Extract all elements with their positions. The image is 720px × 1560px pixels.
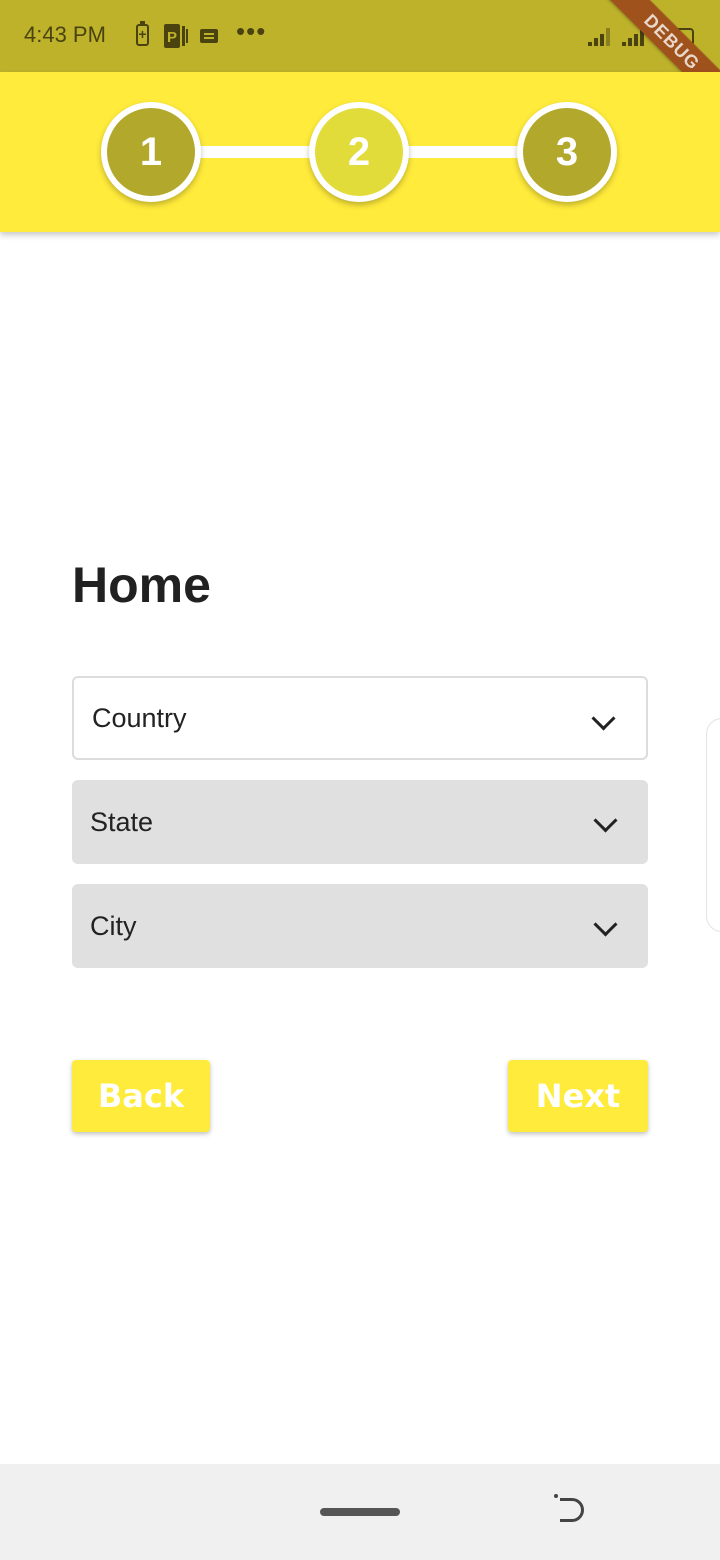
signal-icon [588, 28, 614, 46]
parking-icon: P [164, 24, 188, 48]
message-icon [200, 29, 218, 43]
battery-saver-symbol: + [138, 26, 147, 42]
step-3[interactable]: 3 [517, 102, 617, 202]
chevron-down-icon [591, 706, 616, 731]
home-gesture-handle[interactable] [320, 1508, 400, 1516]
step-1[interactable]: 1 [101, 102, 201, 202]
step-2[interactable]: 2 [309, 102, 409, 202]
state-dropdown[interactable]: State [72, 780, 648, 864]
country-placeholder: Country [92, 702, 187, 733]
page-title: Home [72, 557, 211, 613]
svg-text:P: P [167, 29, 177, 46]
battery-saver-icon: + [136, 21, 149, 46]
more-icon: ••• [236, 16, 267, 46]
city-placeholder: City [90, 910, 137, 941]
offscreen-card [706, 718, 720, 932]
back-icon[interactable] [554, 1494, 584, 1522]
country-dropdown[interactable]: Country [72, 676, 648, 760]
chevron-down-icon [593, 808, 618, 833]
status-bar: 4:43 PM + P ••• 42 [0, 0, 720, 72]
city-dropdown[interactable]: City [72, 884, 648, 968]
navigation-bar [0, 1464, 720, 1560]
back-button[interactable]: Back [72, 1060, 210, 1132]
state-placeholder: State [90, 806, 154, 837]
stepper-header: 1 2 3 [0, 72, 720, 232]
chevron-down-icon [593, 912, 618, 937]
next-button[interactable]: Next [508, 1060, 648, 1132]
status-time: 4:43 PM [24, 22, 106, 47]
